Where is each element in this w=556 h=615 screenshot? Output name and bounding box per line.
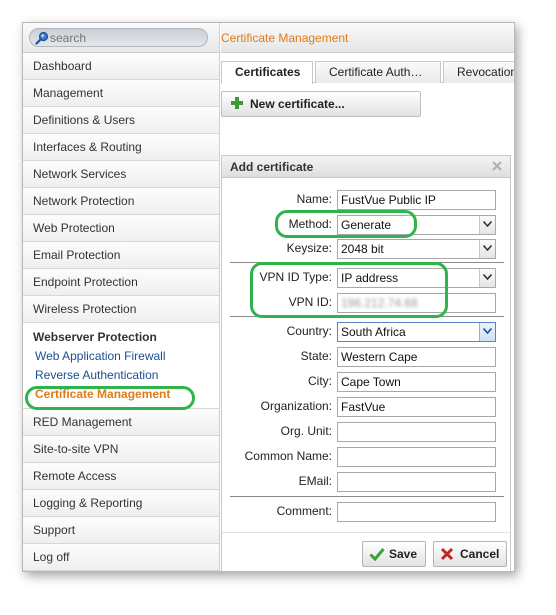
city-label: City:	[308, 374, 332, 388]
keysize-label: Keysize:	[286, 241, 332, 255]
email-field[interactable]	[337, 472, 496, 492]
country-label: Country:	[286, 324, 332, 338]
keysize-row: Keysize: 2048 bit	[222, 239, 512, 259]
new-certificate-button[interactable]: New certificate...	[221, 91, 421, 117]
state-field[interactable]	[337, 347, 496, 367]
nav-item-support[interactable]: Support	[23, 517, 219, 544]
nav-subitem-reverse-authentication[interactable]: Reverse Authentication	[23, 366, 219, 385]
organization-field[interactable]	[337, 397, 496, 417]
nav-item-network-services[interactable]: Network Services	[23, 161, 219, 188]
name-field[interactable]	[337, 190, 496, 210]
state-label: State:	[300, 349, 332, 363]
comment-field[interactable]	[337, 502, 496, 522]
sidebar: Dashboard Management Definitions & Users…	[23, 23, 220, 571]
search-box[interactable]	[29, 28, 208, 47]
common-name-field[interactable]	[337, 447, 496, 467]
nav-item-endpoint-protection[interactable]: Endpoint Protection	[23, 269, 219, 296]
tab-bar: Certificates Certificate Auth… Revocatio…	[221, 61, 514, 84]
nav-group-title[interactable]: Webserver Protection	[23, 329, 219, 347]
tab-certificate-authority[interactable]: Certificate Auth…	[315, 61, 441, 83]
vpn-id-type-value: IP address	[341, 271, 399, 285]
name-row: Name:	[222, 190, 512, 210]
close-icon[interactable]	[491, 160, 503, 172]
chevron-down-icon	[479, 323, 495, 341]
vpn-id-type-label: VPN ID Type:	[259, 270, 332, 284]
nav-item-remote-access[interactable]: Remote Access	[23, 463, 219, 490]
tab-certificates[interactable]: Certificates	[221, 61, 313, 84]
nav-item-red-management[interactable]: RED Management	[23, 409, 219, 436]
plus-icon	[231, 97, 243, 109]
nav-subitem-web-application-firewall[interactable]: Web Application Firewall	[23, 347, 219, 366]
nav-item-dashboard[interactable]: Dashboard	[23, 53, 219, 80]
tab-revocation[interactable]: Revocation	[443, 61, 514, 83]
vpn-id-field[interactable]: 196.212.74.68	[337, 293, 496, 313]
checkmark-icon	[369, 548, 385, 561]
organization-row: Organization:	[222, 397, 512, 417]
country-row: Country: South Africa	[222, 322, 512, 342]
add-certificate-dialog: Add certificate Name: Method: Generate	[221, 155, 512, 571]
nav-item-network-protection[interactable]: Network Protection	[23, 188, 219, 215]
vpn-id-row: VPN ID: 196.212.74.68	[222, 293, 512, 313]
nav-group-webserver-protection: Webserver Protection Web Application Fir…	[23, 323, 219, 409]
nav-item-definitions-users[interactable]: Definitions & Users	[23, 107, 219, 134]
divider	[230, 316, 504, 317]
comment-label: Comment:	[276, 504, 332, 518]
method-select[interactable]: Generate	[337, 215, 496, 235]
org-unit-row: Org. Unit:	[222, 422, 512, 442]
dialog-header: Add certificate	[222, 156, 510, 178]
city-field[interactable]	[337, 372, 496, 392]
comment-row: Comment:	[222, 502, 512, 522]
cancel-button[interactable]: Cancel	[433, 541, 507, 567]
common-name-label: Common Name:	[244, 449, 332, 463]
nav-item-management[interactable]: Management	[23, 80, 219, 107]
app-window: Dashboard Management Definitions & Users…	[22, 22, 515, 572]
chevron-down-icon	[479, 216, 495, 234]
name-label: Name:	[296, 192, 332, 206]
main-panel: Certificate Management Certificates Cert…	[221, 23, 514, 571]
new-certificate-label: New certificate...	[250, 97, 345, 111]
org-unit-field[interactable]	[337, 422, 496, 442]
vpn-id-label: VPN ID:	[288, 295, 332, 309]
vpn-id-value: 196.212.74.68	[341, 296, 418, 310]
keysize-select[interactable]: 2048 bit	[337, 239, 496, 259]
organization-label: Organization:	[260, 399, 332, 413]
save-button[interactable]: Save	[362, 541, 426, 567]
country-select[interactable]: South Africa	[337, 322, 496, 342]
method-row: Method: Generate	[222, 215, 512, 235]
nav-subitem-certificate-management[interactable]: Certificate Management	[23, 385, 219, 404]
dialog-footer: Save Cancel	[222, 532, 510, 571]
method-value: Generate	[341, 218, 392, 232]
search-input[interactable]	[50, 30, 200, 45]
search-icon	[35, 31, 49, 45]
dialog-title: Add certificate	[230, 160, 314, 174]
chevron-down-icon	[479, 269, 495, 287]
nav-item-logging-reporting[interactable]: Logging & Reporting	[23, 490, 219, 517]
page-title: Certificate Management	[221, 31, 349, 45]
nav-item-interfaces-routing[interactable]: Interfaces & Routing	[23, 134, 219, 161]
page-title-bar: Certificate Management	[221, 23, 514, 53]
keysize-value: 2048 bit	[341, 242, 384, 256]
nav-item-web-protection[interactable]: Web Protection	[23, 215, 219, 242]
country-value: South Africa	[341, 325, 406, 339]
org-unit-label: Org. Unit:	[280, 424, 332, 438]
city-row: City:	[222, 372, 512, 392]
method-label: Method:	[288, 217, 332, 231]
email-row: EMail:	[222, 472, 512, 492]
nav-item-site-to-site-vpn[interactable]: Site-to-site VPN	[23, 436, 219, 463]
save-label: Save	[389, 547, 418, 561]
email-label: EMail:	[298, 474, 332, 488]
cancel-label: Cancel	[460, 547, 500, 561]
state-row: State:	[222, 347, 512, 367]
vpn-id-type-row: VPN ID Type: IP address	[222, 268, 512, 288]
nav-item-wireless-protection[interactable]: Wireless Protection	[23, 296, 219, 323]
nav-item-email-protection[interactable]: Email Protection	[23, 242, 219, 269]
cross-icon	[440, 547, 454, 561]
search-area	[23, 23, 219, 53]
vpn-id-type-select[interactable]: IP address	[337, 268, 496, 288]
common-name-row: Common Name:	[222, 447, 512, 467]
nav-item-log-off[interactable]: Log off	[23, 544, 219, 571]
divider	[230, 496, 504, 497]
divider	[230, 262, 504, 263]
chevron-down-icon	[479, 240, 495, 258]
